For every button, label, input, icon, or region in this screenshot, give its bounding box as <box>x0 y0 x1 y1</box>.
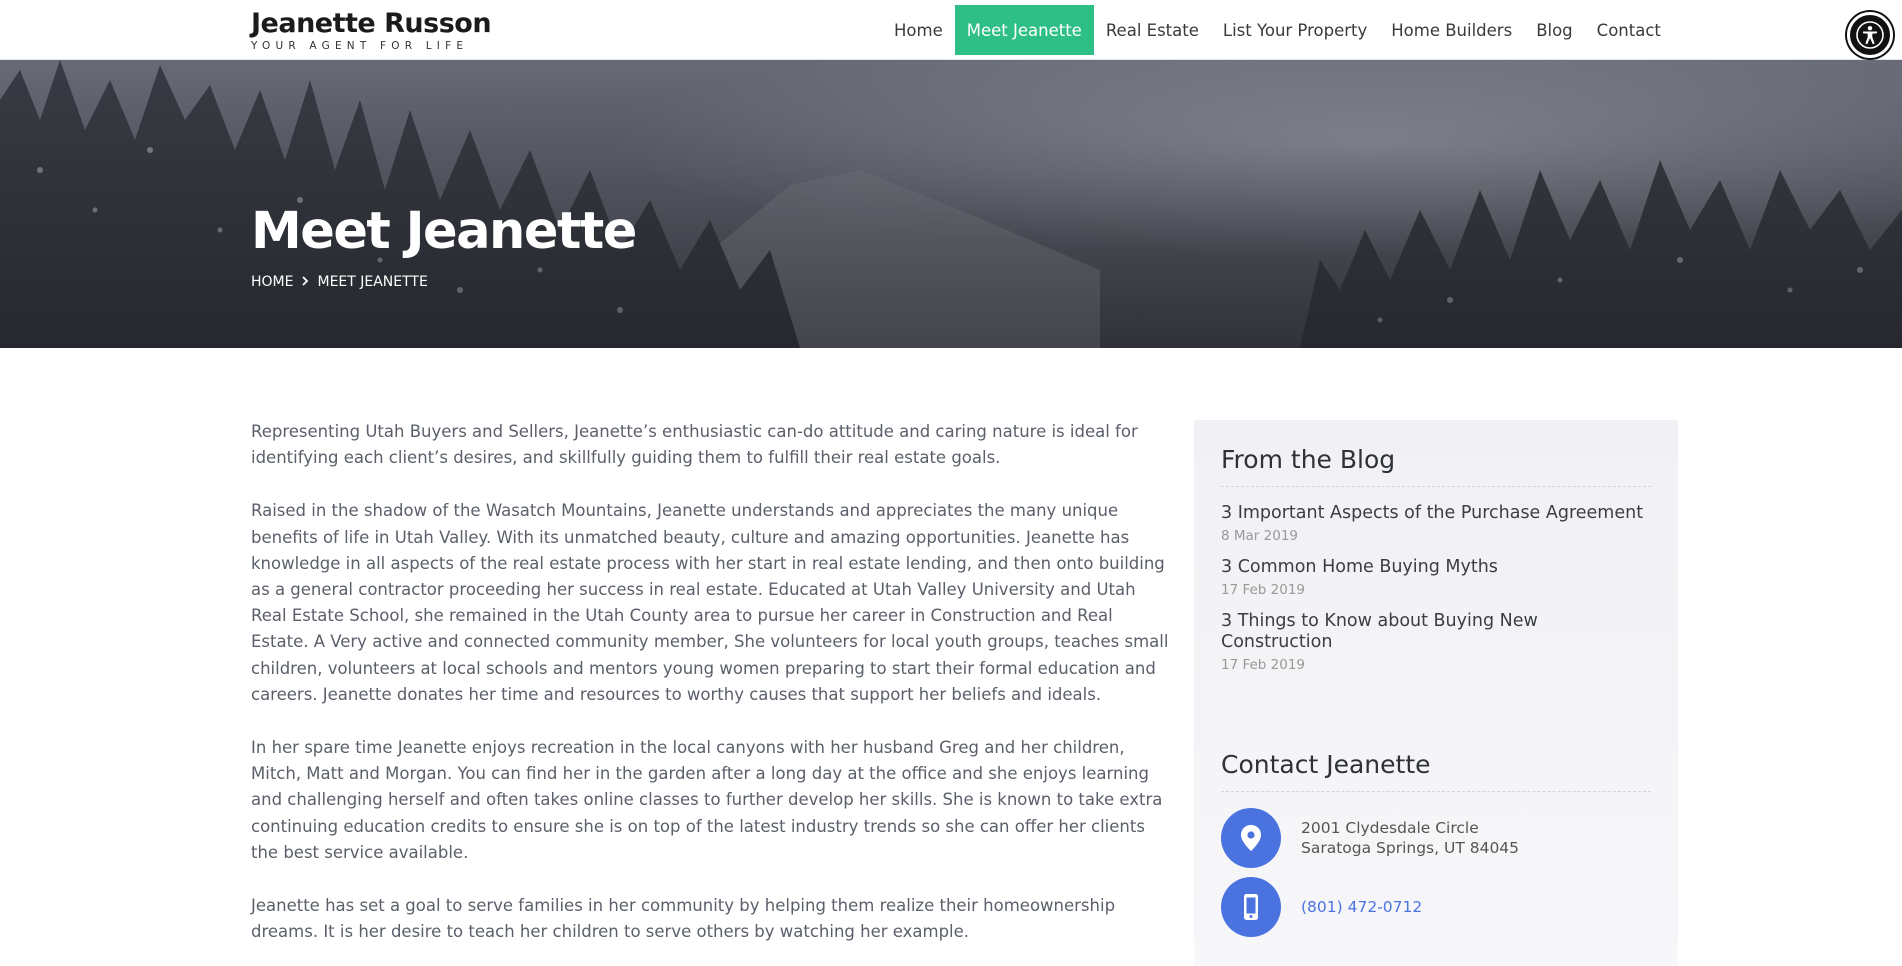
breadcrumb-home[interactable]: HOME <box>251 274 293 290</box>
accessibility-icon <box>1856 21 1884 49</box>
map-pin-icon <box>1221 808 1281 868</box>
breadcrumb-current: MEET JEANETTE <box>317 274 428 290</box>
nav-blog[interactable]: Blog <box>1524 5 1584 55</box>
blog-post-list: 3 Important Aspects of the Purchase Agre… <box>1221 503 1651 673</box>
contact-phone-row: (801) 472-0712 <box>1221 877 1422 937</box>
sidebar: From the Blog 3 Important Aspects of the… <box>1194 420 1678 966</box>
site-header: Jeanette Russon YOUR AGENT FOR LIFE Home… <box>0 0 1902 60</box>
blog-post-link[interactable]: 3 Common Home Buying Myths <box>1221 557 1651 578</box>
blog-post-date: 8 Mar 2019 <box>1221 528 1298 544</box>
site-logo[interactable]: Jeanette Russon YOUR AGENT FOR LIFE <box>251 8 492 53</box>
blog-post-date: 17 Feb 2019 <box>1221 657 1306 673</box>
contact-address-row: 2001 Clydesdale Circle Saratoga Springs,… <box>1221 808 1519 868</box>
main-content: Representing Utah Buyers and Sellers, Je… <box>251 419 1171 966</box>
main-nav: Home Meet Jeanette Real Estate List Your… <box>882 5 1673 55</box>
nav-meet-jeanette[interactable]: Meet Jeanette <box>954 5 1094 55</box>
blog-post-item: 3 Things to Know about Buying New Constr… <box>1221 611 1651 673</box>
address-line-1: 2001 Clydesdale Circle <box>1301 819 1479 837</box>
logo-tagline: YOUR AGENT FOR LIFE <box>251 40 469 52</box>
phone-link[interactable]: (801) 472-0712 <box>1301 897 1422 917</box>
bio-paragraph: Representing Utah Buyers and Sellers, Je… <box>251 422 1138 468</box>
nav-list-your-property[interactable]: List Your Property <box>1211 5 1379 55</box>
hero-banner: Meet Jeanette HOME MEET JEANETTE <box>0 60 1902 348</box>
breadcrumb: HOME MEET JEANETTE <box>251 274 428 290</box>
chevron-right-icon <box>301 275 309 290</box>
mobile-phone-icon <box>1221 877 1281 937</box>
bio-paragraph: Raised in the shadow of the Wasatch Moun… <box>251 501 1169 704</box>
nav-real-estate[interactable]: Real Estate <box>1094 5 1211 55</box>
bio-paragraph: In her spare time Jeanette enjoys recrea… <box>251 738 1163 862</box>
nav-home[interactable]: Home <box>882 5 955 55</box>
logo-name: Jeanette Russon <box>251 8 492 39</box>
accessibility-button[interactable] <box>1847 12 1893 58</box>
contact-widget-title: Contact Jeanette <box>1221 750 1651 792</box>
blog-post-item: 3 Important Aspects of the Purchase Agre… <box>1221 503 1651 544</box>
address-line-2: Saratoga Springs, UT 84045 <box>1301 839 1520 857</box>
blog-post-link[interactable]: 3 Important Aspects of the Purchase Agre… <box>1221 503 1651 524</box>
contact-address: 2001 Clydesdale Circle Saratoga Springs,… <box>1301 818 1519 858</box>
page-title: Meet Jeanette <box>251 202 637 261</box>
blog-post-item: 3 Common Home Buying Myths 17 Feb 2019 <box>1221 557 1651 598</box>
nav-contact[interactable]: Contact <box>1585 5 1673 55</box>
blog-widget-title: From the Blog <box>1221 445 1651 487</box>
bio-paragraph: Jeanette has set a goal to serve familie… <box>251 896 1116 942</box>
nav-home-builders[interactable]: Home Builders <box>1379 5 1524 55</box>
blog-post-date: 17 Feb 2019 <box>1221 582 1306 598</box>
blog-post-link[interactable]: 3 Things to Know about Buying New Constr… <box>1221 611 1651 653</box>
